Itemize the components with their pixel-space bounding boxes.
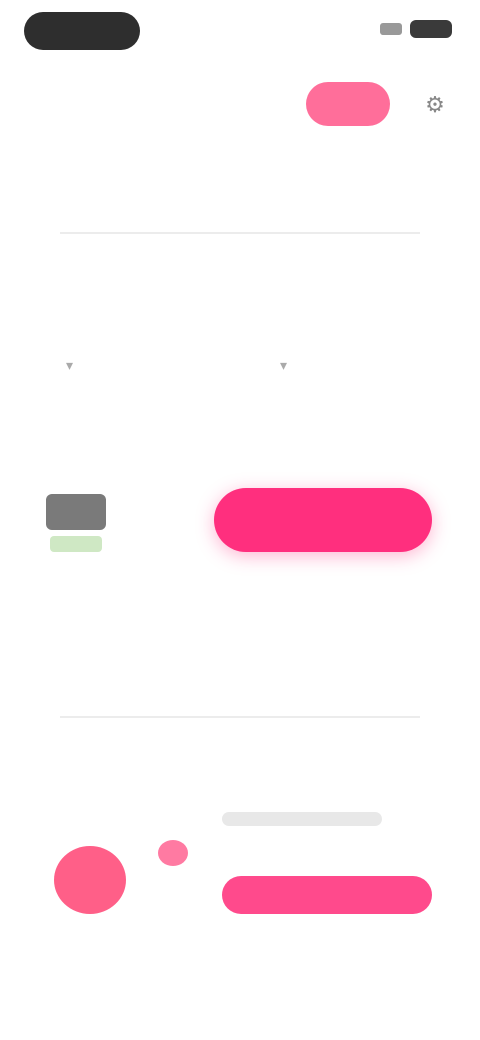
- primary-cta-button[interactable]: [214, 488, 432, 552]
- rate-sub-badge: [50, 536, 102, 552]
- filter-2[interactable]: ▾: [270, 350, 287, 380]
- header-action-button[interactable]: [306, 82, 390, 126]
- filter-1[interactable]: ▾: [56, 350, 73, 380]
- chevron-down-icon: ▾: [280, 356, 288, 373]
- card-icon: [54, 846, 126, 914]
- rate-value: [46, 494, 106, 530]
- battery-icon: [410, 20, 452, 38]
- signal-icon: [380, 23, 402, 35]
- card-text-line: [222, 812, 382, 826]
- notification-badge: [158, 840, 188, 866]
- gear-icon[interactable]: ⚙: [420, 90, 450, 120]
- card-action-button[interactable]: [222, 876, 432, 914]
- divider: [60, 716, 420, 718]
- divider: [60, 232, 420, 234]
- status-bar-time-pill: [24, 12, 140, 50]
- chevron-down-icon: ▾: [66, 356, 74, 373]
- status-indicators: [380, 20, 452, 38]
